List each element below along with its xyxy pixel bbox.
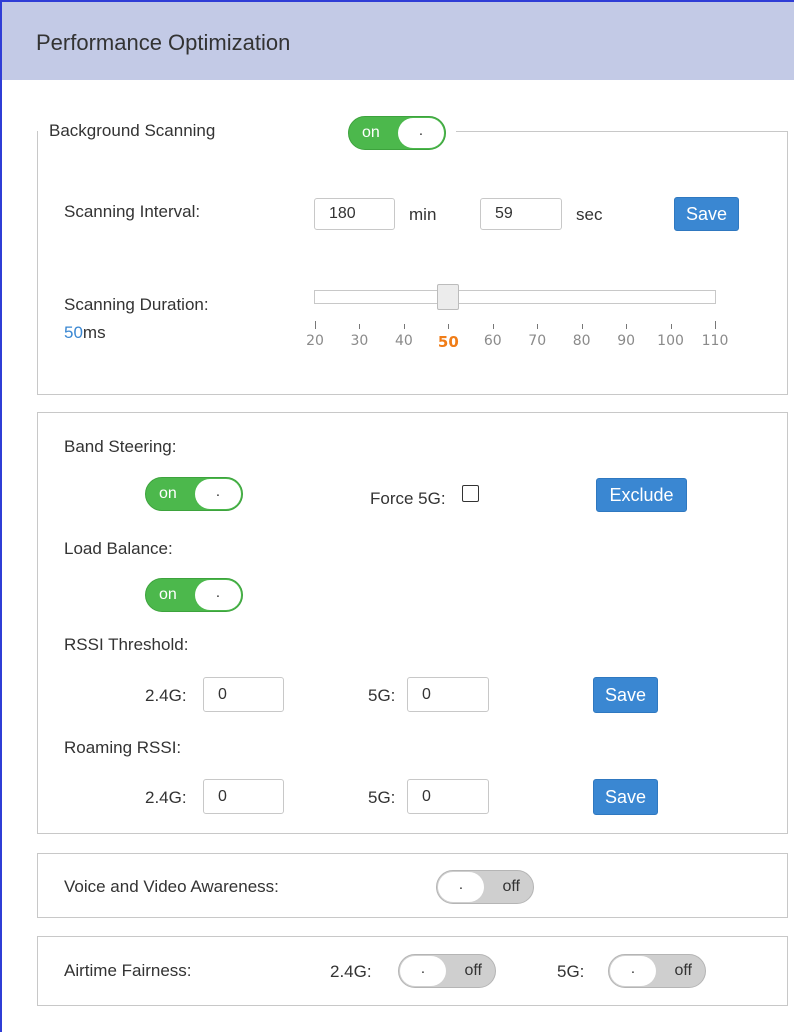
slider-tick [715,321,716,329]
roaming-rssi-24g-label: 2.4G: [145,788,187,807]
airtime-fairness-5g-label: 5G: [557,962,585,981]
slider-tick-label: 90 [617,333,636,349]
slider-tick [581,324,583,329]
airtime-fairness-5g-toggle[interactable]: . off [608,954,706,988]
roaming-rssi-label: Roaming RSSI: [64,738,182,757]
page-header: Performance Optimization [2,2,794,80]
background-scanning-section [37,131,788,395]
slider-tick-label: 40 [394,333,413,349]
slider-tick-label: 60 [483,333,502,349]
slider-tick [359,324,361,329]
scanning-duration-readout: 50ms [64,323,106,343]
voice-video-awareness-label: Voice and Video Awareness: [64,877,279,896]
toggle-state-label: on [159,485,177,502]
toggle-knob: . [195,580,241,610]
roaming-rssi-5g-input[interactable] [407,779,489,814]
toggle-state-label: on [362,124,380,141]
slider-tick [537,324,539,329]
rssi-threshold-save-button[interactable]: Save [593,677,658,713]
background-scanning-title: Background Scanning [45,121,220,141]
slider-tick [315,321,316,329]
slider-tick-label: 30 [350,333,369,349]
band-steering-toggle[interactable]: on . [145,477,243,511]
force-5g-label: Force 5G: [370,489,446,508]
scanning-interval-label: Scanning Interval: [64,202,201,221]
toggle-state-label: on [159,586,177,603]
scanning-interval-save-button[interactable]: Save [674,197,739,231]
voice-video-awareness-toggle[interactable]: . off [436,870,534,904]
scanning-duration-label: Scanning Duration: [64,295,209,314]
page-title: Performance Optimization [36,30,291,55]
rssi-threshold-24g-input[interactable] [203,677,284,712]
slider-tick-label: 100 [657,333,684,349]
toggle-state-label: off [502,878,521,895]
toggle-knob: . [400,956,446,986]
airtime-fairness-label: Airtime Fairness: [64,961,192,980]
slider-tick-label: 80 [572,333,591,349]
toggle-knob: . [610,956,656,986]
scanning-duration-slider-track[interactable] [314,290,716,304]
seconds-unit-label: sec [576,205,603,224]
scanning-interval-sec-input[interactable] [480,198,562,230]
airtime-fairness-24g-toggle[interactable]: . off [398,954,496,988]
rssi-threshold-24g-label: 2.4G: [145,686,187,705]
slider-tick [492,324,494,329]
slider-tick-label: 50 [437,333,459,351]
toggle-state-label: off [674,962,693,979]
slider-tick [403,324,405,329]
scanning-duration-slider-handle[interactable] [437,284,460,310]
rssi-threshold-5g-label: 5G: [368,686,396,705]
toggle-knob: . [398,118,444,148]
band-steering-label: Band Steering: [64,437,177,456]
slider-tick [626,324,628,329]
toggle-state-label: off [464,962,483,979]
band-steering-section [37,412,788,834]
rssi-threshold-label: RSSI Threshold: [64,635,189,654]
scanning-duration-unit: ms [82,323,106,342]
slider-tick [448,324,450,329]
roaming-rssi-5g-label: 5G: [368,788,396,807]
scanning-duration-value: 50 [64,323,83,342]
roaming-rssi-24g-input[interactable] [203,779,284,814]
background-scanning-toggle[interactable]: on . [348,116,446,150]
toggle-knob: . [438,872,484,902]
scanning-interval-min-input[interactable] [314,198,395,230]
rssi-threshold-5g-input[interactable] [407,677,489,712]
load-balance-label: Load Balance: [64,539,173,558]
slider-tick-label: 70 [528,333,547,349]
slider-tick-label: 20 [306,333,324,349]
toggle-knob: . [195,479,241,509]
exclude-button[interactable]: Exclude [596,478,687,512]
force-5g-checkbox[interactable] [462,485,479,502]
load-balance-toggle[interactable]: on . [145,578,243,612]
airtime-fairness-24g-label: 2.4G: [330,962,372,981]
slider-tick-label: 110 [701,333,729,349]
roaming-rssi-save-button[interactable]: Save [593,779,658,815]
minutes-unit-label: min [409,205,437,224]
slider-tick [670,324,672,329]
